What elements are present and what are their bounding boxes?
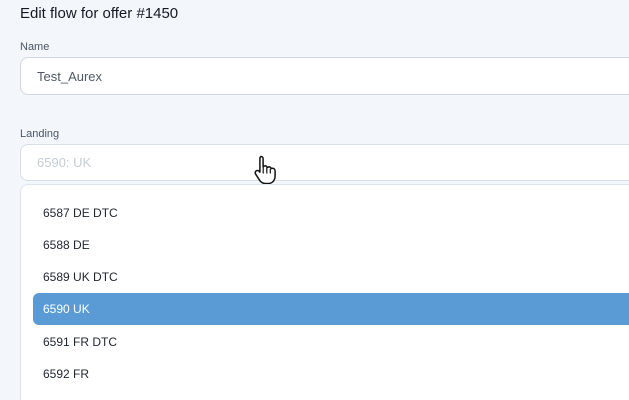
dropdown-option-6589-uk-dtc[interactable]: 6589 UK DTC [33, 261, 629, 293]
dropdown-option-6591-fr-dtc[interactable]: 6591 FR DTC [33, 326, 629, 358]
dropdown-option-6588-de[interactable]: 6588 DE [33, 229, 629, 261]
landing-select-placeholder: 6590: UK [37, 155, 92, 170]
page-title: Edit flow for offer #1450 [20, 5, 179, 22]
name-input[interactable]: Test_Aurex [20, 57, 629, 95]
name-label: Name [20, 41, 50, 53]
dropdown-option-6592-fr[interactable]: 6592 FR [33, 358, 629, 390]
name-input-value: Test_Aurex [37, 68, 103, 84]
landing-dropdown-menu: 6587 DE DTC 6588 DE 6589 UK DTC 6590 UK … [20, 184, 629, 400]
dropdown-option-6590-uk[interactable]: 6590 UK [33, 293, 629, 325]
dropdown-option-6587-de-dtc[interactable]: 6587 DE DTC [33, 197, 629, 229]
landing-label: Landing [20, 128, 60, 140]
hand-pointer-icon [254, 155, 276, 184]
landing-select-input[interactable]: 6590: UK [20, 144, 629, 181]
